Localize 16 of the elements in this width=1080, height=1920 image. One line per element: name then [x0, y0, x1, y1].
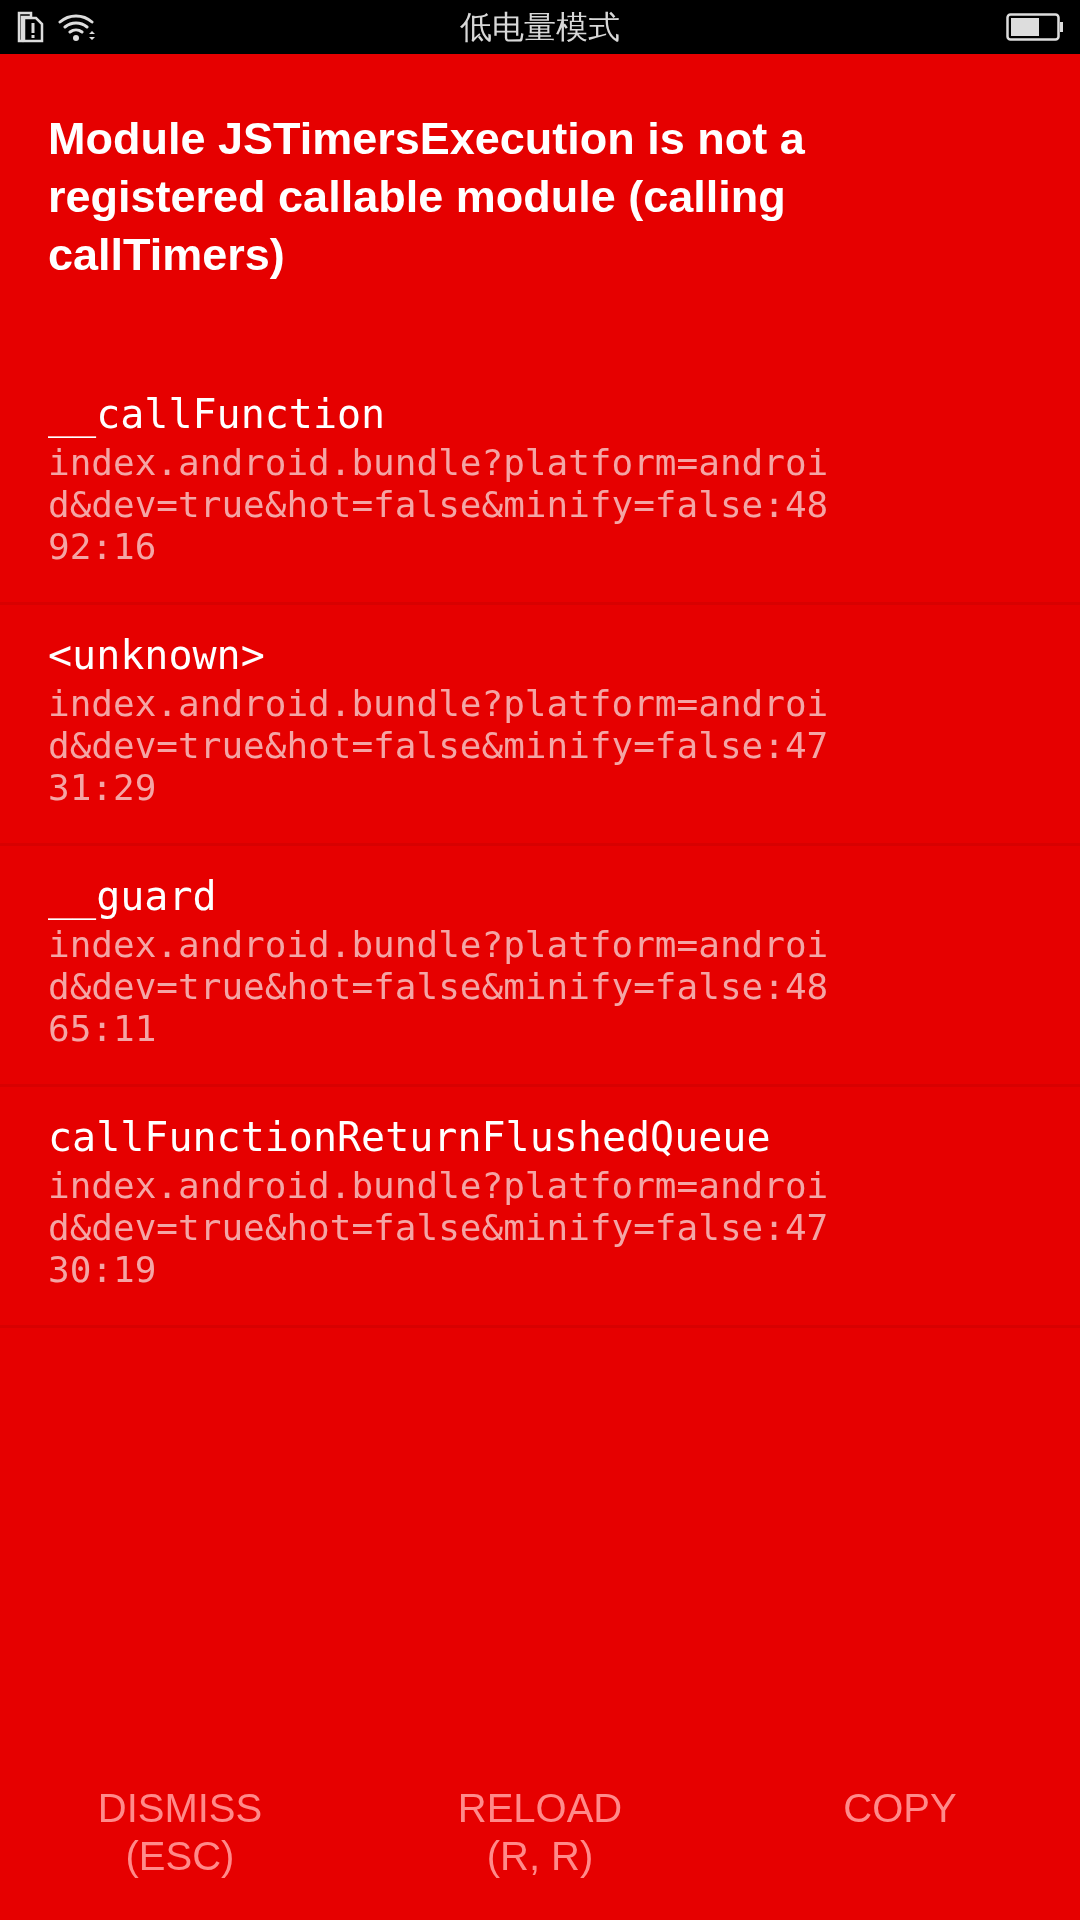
file-location: index.android.bundle?platform=android&dev=true&hot=false&minify=false:4865:11	[48, 924, 830, 1050]
battery-icon	[1006, 13, 1064, 41]
file-location: index.android.bundle?platform=android&dev=true&hot=false&minify=false:4892:16	[48, 442, 830, 568]
method-name: __callFunction	[48, 390, 387, 438]
reload-button[interactable]: RELOAD (R, R)	[360, 1784, 720, 1880]
status-title: 低电量模式	[460, 7, 620, 48]
method-name: callFunctionReturnFlushedQueue	[48, 1113, 772, 1161]
method-name: __guard	[48, 872, 218, 920]
sim-alert-icon	[16, 11, 44, 43]
method-name: <unknown>	[48, 631, 266, 679]
file-location: index.android.bundle?platform=android&dev=true&hot=false&minify=false:4730:19	[48, 1165, 830, 1291]
copy-button[interactable]: COPY	[720, 1784, 1080, 1832]
wifi-icon	[58, 12, 96, 42]
dismiss-button[interactable]: DISMISS (ESC)	[0, 1784, 360, 1880]
error-message: Module JSTimersExecution is not a registered callable module (calling callTimers)	[47, 112, 806, 282]
file-location: index.android.bundle?platform=android&dev=true&hot=false&minify=false:4731:29	[48, 683, 830, 809]
